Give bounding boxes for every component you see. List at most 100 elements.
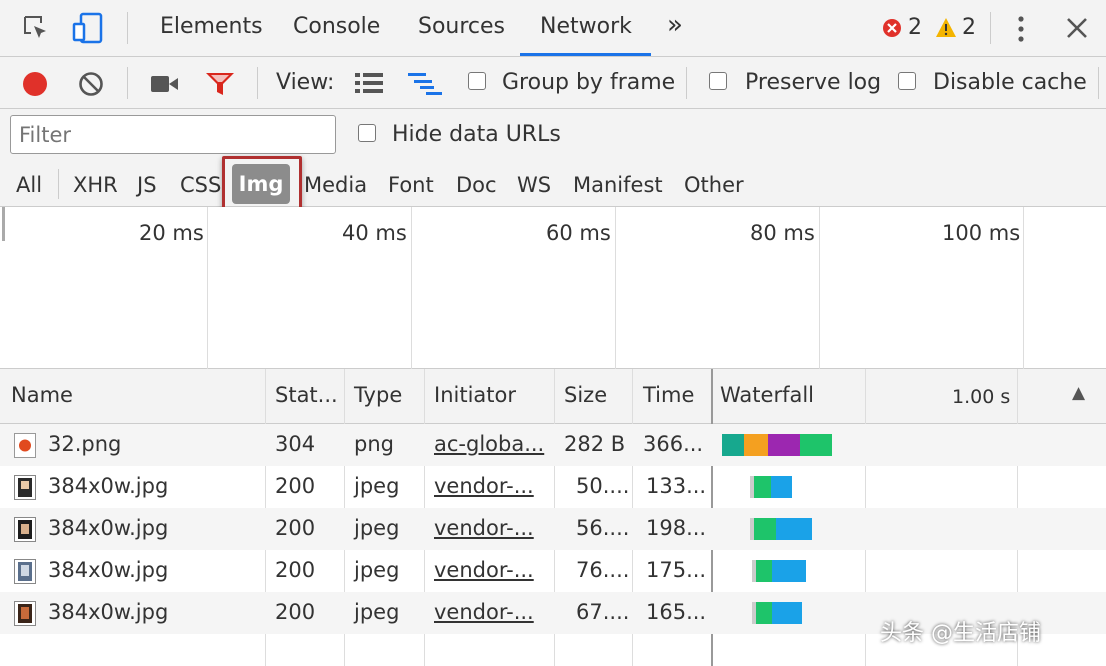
divider: [257, 67, 258, 99]
request-name[interactable]: 32.png: [48, 432, 121, 456]
grid-line: [615, 207, 616, 369]
type-filter-media[interactable]: Media: [304, 173, 367, 197]
active-tab-indicator: [520, 53, 651, 56]
grid-line: [819, 207, 820, 369]
request-type: jpeg: [354, 600, 400, 624]
request-size: 282 B: [564, 432, 626, 456]
column-header-type[interactable]: Type: [354, 383, 402, 407]
waterfall-scale-label: 1.00 s: [952, 386, 1011, 408]
divider: [58, 169, 59, 199]
request-size: 56....: [576, 516, 630, 540]
request-status: 200: [275, 516, 316, 540]
request-type: jpeg: [354, 474, 400, 498]
tab-sources[interactable]: Sources: [418, 14, 505, 39]
column-header-status[interactable]: Stat...: [275, 383, 338, 407]
group-by-frame-label[interactable]: Group by frame: [502, 70, 675, 95]
warning-icon[interactable]: [935, 17, 957, 43]
table-row[interactable]: 384x0w.jpg 200 jpeg vendor-... 50.... 13…: [0, 466, 1106, 508]
type-filter-js[interactable]: JS: [137, 173, 157, 197]
type-filter-font[interactable]: Font: [388, 173, 434, 197]
disable-cache-label[interactable]: Disable cache: [933, 70, 1087, 95]
watermark-text: 头条 @生活店铺: [880, 621, 1041, 646]
type-filter-css[interactable]: CSS: [180, 173, 221, 197]
request-status: 304: [275, 432, 316, 456]
request-type: jpeg: [354, 516, 400, 540]
clear-icon[interactable]: [78, 71, 104, 102]
tab-elements[interactable]: Elements: [160, 14, 263, 39]
timeline-overview[interactable]: 20 ms 40 ms 60 ms 80 ms 100 ms: [0, 207, 1106, 369]
request-size: 67....: [576, 600, 630, 624]
divider: [127, 67, 128, 99]
type-filter-all[interactable]: All: [16, 173, 42, 197]
type-filter-doc[interactable]: Doc: [456, 173, 497, 197]
request-name[interactable]: 384x0w.jpg: [48, 516, 168, 540]
more-options-icon[interactable]: [1016, 14, 1026, 49]
overview-tick-label: 20 ms: [139, 221, 204, 245]
network-toolbar: View: Group by frame Preserve log Disabl…: [0, 57, 1106, 109]
filter-bar: Hide data URLs All XHR JS CSS Media Font…: [0, 109, 1106, 207]
request-type: jpeg: [354, 558, 400, 582]
column-header-initiator[interactable]: Initiator: [434, 383, 516, 407]
request-status: 200: [275, 600, 316, 624]
grid-line: [411, 207, 412, 369]
column-header-waterfall[interactable]: Waterfall: [720, 383, 814, 407]
request-initiator-link[interactable]: vendor-...: [434, 474, 534, 498]
column-header-time[interactable]: Time: [643, 383, 694, 407]
column-header-name[interactable]: Name: [11, 383, 73, 407]
request-initiator-link[interactable]: vendor-...: [434, 558, 534, 582]
request-name[interactable]: 384x0w.jpg: [48, 558, 168, 582]
table-row[interactable]: 384x0w.jpg 200 jpeg vendor-... 76.... 17…: [0, 550, 1106, 592]
inspect-element-icon[interactable]: [22, 14, 50, 47]
preserve-log-checkbox[interactable]: [709, 72, 727, 90]
hide-data-urls-label[interactable]: Hide data URLs: [392, 122, 561, 147]
warning-count[interactable]: 2: [962, 15, 976, 40]
hide-data-urls-checkbox[interactable]: [358, 124, 376, 142]
type-filter-manifest[interactable]: Manifest: [573, 173, 663, 197]
request-initiator-link[interactable]: ac-globa...: [434, 432, 544, 456]
requests-table-header: Name Stat... Type Initiator Size Time Wa…: [0, 369, 1106, 424]
request-time: 165...: [646, 600, 707, 624]
error-icon[interactable]: [882, 18, 902, 43]
filter-icon[interactable]: [205, 71, 235, 102]
error-count[interactable]: 2: [908, 15, 922, 40]
close-icon[interactable]: [1066, 17, 1088, 44]
table-row[interactable]: 32.png 304 png ac-globa... 282 B 366...: [0, 424, 1106, 466]
device-toolbar-icon[interactable]: [72, 12, 106, 49]
overview-handle[interactable]: [2, 207, 5, 241]
more-tabs-button[interactable]: »: [667, 10, 683, 40]
table-row[interactable]: 384x0w.jpg 200 jpeg vendor-... 56.... 19…: [0, 508, 1106, 550]
type-filter-other[interactable]: Other: [684, 173, 744, 197]
request-status: 200: [275, 474, 316, 498]
sort-ascending-icon[interactable]: ▲: [1072, 383, 1085, 403]
preserve-log-label[interactable]: Preserve log: [745, 70, 881, 95]
overview-tick-label: 40 ms: [342, 221, 407, 245]
view-label: View:: [276, 70, 335, 95]
type-filter-xhr[interactable]: XHR: [73, 173, 118, 197]
large-rows-icon[interactable]: [355, 72, 383, 99]
filter-input[interactable]: [10, 115, 336, 154]
request-size: 50....: [576, 474, 630, 498]
record-button[interactable]: [21, 70, 49, 103]
divider: [127, 12, 128, 44]
type-filter-ws[interactable]: WS: [517, 173, 551, 197]
overview-tick-label: 60 ms: [546, 221, 611, 245]
request-time: 133...: [646, 474, 707, 498]
overview-waterfall-icon[interactable]: [408, 72, 444, 101]
image-thumb-icon: [14, 475, 36, 500]
column-header-size[interactable]: Size: [564, 383, 607, 407]
request-size: 76....: [576, 558, 630, 582]
request-name[interactable]: 384x0w.jpg: [48, 600, 168, 624]
screenshot-camera-icon[interactable]: [151, 74, 179, 98]
group-by-frame-checkbox[interactable]: [468, 72, 486, 90]
request-initiator-link[interactable]: vendor-...: [434, 516, 534, 540]
tab-network[interactable]: Network: [540, 14, 632, 39]
devtools-tab-bar: Elements Console Sources Network » 2 2: [0, 0, 1106, 57]
image-thumb-icon: [14, 517, 36, 542]
image-thumb-icon: [14, 601, 36, 626]
request-status: 200: [275, 558, 316, 582]
tab-console[interactable]: Console: [293, 14, 380, 39]
request-time: 175...: [646, 558, 707, 582]
request-initiator-link[interactable]: vendor-...: [434, 600, 534, 624]
request-name[interactable]: 384x0w.jpg: [48, 474, 168, 498]
disable-cache-checkbox[interactable]: [898, 72, 916, 90]
